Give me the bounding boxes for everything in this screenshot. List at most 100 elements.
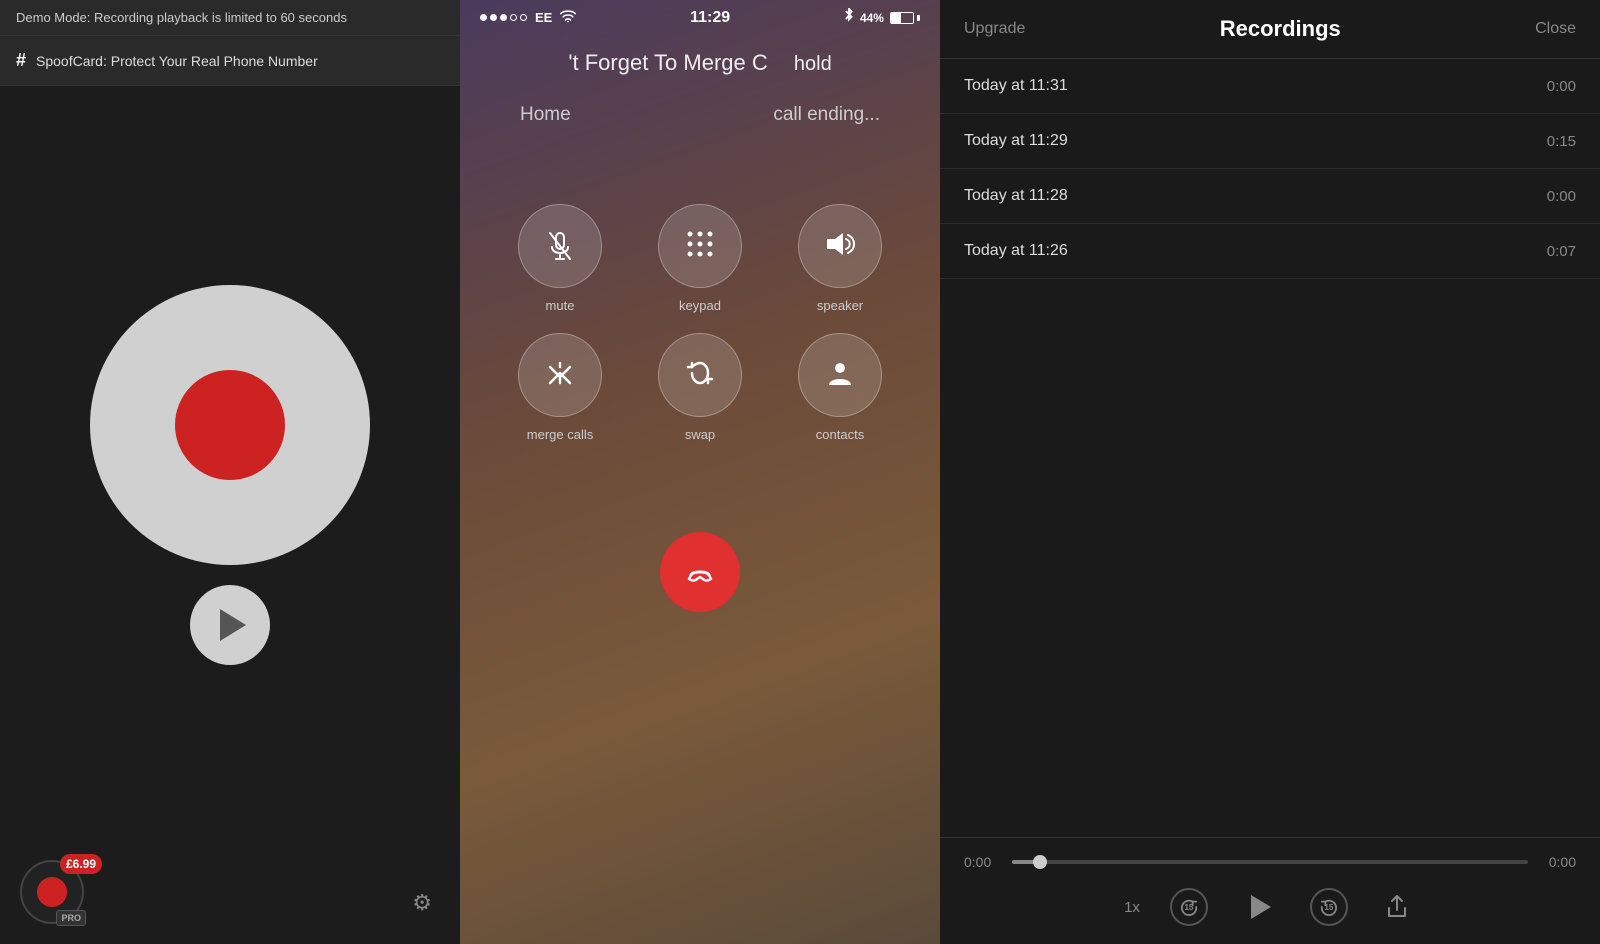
status-time: 11:29 <box>690 9 730 27</box>
call-contact: Home <box>520 104 571 126</box>
phone-end-icon <box>683 555 717 589</box>
battery-icon <box>890 12 920 24</box>
mute-circle <box>518 204 602 288</box>
player-play-icon <box>1251 895 1271 919</box>
phone-screen: EE 11:29 44% <box>460 0 940 944</box>
pro-label: PRO <box>56 910 86 926</box>
call-header: 't Forget To Merge C hold <box>460 35 940 91</box>
signal-dot-5 <box>520 14 527 21</box>
recording-item[interactable]: Today at 11:31 0:00 <box>940 59 1600 114</box>
status-left: EE <box>480 9 576 26</box>
merge-calls-label: merge calls <box>527 427 593 442</box>
total-time: 0:00 <box>1540 854 1576 870</box>
phone-content: EE 11:29 44% <box>460 0 940 944</box>
status-bar: EE 11:29 44% <box>460 0 940 35</box>
left-panel: Demo Mode: Recording playback is limited… <box>0 0 460 944</box>
record-dot <box>175 370 285 480</box>
speaker-label: speaker <box>817 298 863 313</box>
signal-dot-3 <box>500 14 507 21</box>
speaker-button[interactable]: speaker <box>780 204 900 313</box>
merge-circle <box>518 333 602 417</box>
player-buttons: 1x 15 15 <box>964 886 1576 928</box>
recordings-list: Today at 11:31 0:00 Today at 11:29 0:15 … <box>940 59 1600 837</box>
pro-red-dot <box>37 877 67 907</box>
spoof-card-banner[interactable]: # SpoofCard: Protect Your Real Phone Num… <box>0 36 460 86</box>
hash-icon: # <box>16 50 26 71</box>
contacts-button[interactable]: contacts <box>780 333 900 442</box>
bluetooth-icon <box>844 8 854 27</box>
swap-icon <box>686 359 714 392</box>
recordings-title: Recordings <box>1220 16 1341 42</box>
settings-icon[interactable]: ⚙ <box>412 890 432 916</box>
mute-button[interactable]: mute <box>500 204 620 313</box>
share-icon <box>1386 894 1408 920</box>
swap-label: swap <box>685 427 715 442</box>
call-title: 't Forget To Merge C hold <box>490 50 910 76</box>
skip-back-num: 15 <box>1184 903 1193 912</box>
merge-calls-button[interactable]: merge calls <box>500 333 620 442</box>
end-call-button[interactable] <box>660 532 740 612</box>
record-area: £6.99 PRO ⚙ <box>0 86 460 944</box>
swap-button[interactable]: swap <box>640 333 760 442</box>
recording-item[interactable]: Today at 11:26 0:07 <box>940 224 1600 279</box>
call-hold-text: hold <box>794 53 832 75</box>
recording-time-4: Today at 11:26 <box>964 242 1068 260</box>
battery-pct: 44% <box>860 11 884 25</box>
close-button[interactable]: Close <box>1535 20 1576 38</box>
person-icon <box>827 359 853 392</box>
scrubber-row: 0:00 0:00 <box>964 854 1576 870</box>
play-button[interactable] <box>190 585 270 665</box>
recording-time-2: Today at 11:29 <box>964 132 1068 150</box>
speaker-circle <box>798 204 882 288</box>
share-button[interactable] <box>1378 888 1416 926</box>
recording-duration-4: 0:07 <box>1547 243 1576 260</box>
mic-slash-icon <box>548 231 572 261</box>
status-right: 44% <box>844 8 920 27</box>
pro-badge-area: £6.99 PRO <box>20 860 84 924</box>
player-play-button[interactable] <box>1238 886 1280 928</box>
upgrade-button[interactable]: Upgrade <box>964 20 1025 38</box>
recording-duration-3: 0:00 <box>1547 188 1576 205</box>
signal-dot-2 <box>490 14 497 21</box>
price-badge: £6.99 <box>60 854 102 874</box>
right-panel: Upgrade Recordings Close Today at 11:31 … <box>940 0 1600 944</box>
mute-label: mute <box>546 298 575 313</box>
recording-time-3: Today at 11:28 <box>964 187 1068 205</box>
carrier-label: EE <box>535 10 552 25</box>
recording-time-1: Today at 11:31 <box>964 77 1068 95</box>
skip-forward-button[interactable]: 15 <box>1310 888 1348 926</box>
contacts-label: contacts <box>816 427 864 442</box>
skip-forward-num: 15 <box>1324 903 1333 912</box>
keypad-button[interactable]: keypad <box>640 204 760 313</box>
wifi-icon <box>560 9 576 26</box>
recording-item[interactable]: Today at 11:29 0:15 <box>940 114 1600 169</box>
keypad-label: keypad <box>679 298 721 313</box>
recording-duration-2: 0:15 <box>1547 133 1576 150</box>
keypad-circle <box>658 204 742 288</box>
record-button[interactable] <box>90 285 370 565</box>
scrubber-bar[interactable] <box>1012 860 1528 864</box>
signal-dot-4 <box>510 14 517 21</box>
recordings-header: Upgrade Recordings Close <box>940 0 1600 59</box>
call-status: call ending... <box>773 104 880 126</box>
recording-duration-1: 0:00 <box>1547 78 1576 95</box>
signal-dot-1 <box>480 14 487 21</box>
recording-item[interactable]: Today at 11:28 0:00 <box>940 169 1600 224</box>
call-buttons-grid: mute <box>460 174 940 472</box>
current-time: 0:00 <box>964 854 1000 870</box>
keypad-icon <box>686 230 714 263</box>
scrubber-thumb[interactable] <box>1033 855 1047 869</box>
play-icon <box>220 609 246 641</box>
speaker-icon <box>825 231 855 262</box>
call-subtitle-row: Home call ending... <box>460 96 940 134</box>
demo-banner: Demo Mode: Recording playback is limited… <box>0 0 460 36</box>
skip-back-button[interactable]: 15 <box>1170 888 1208 926</box>
player-controls: 0:00 0:00 1x 15 <box>940 837 1600 944</box>
swap-circle <box>658 333 742 417</box>
speed-button[interactable]: 1x <box>1124 899 1140 916</box>
merge-icon <box>546 359 574 392</box>
signal-icon <box>480 14 527 21</box>
spoof-card-label: SpoofCard: Protect Your Real Phone Numbe… <box>36 53 318 69</box>
end-call-area <box>460 532 940 612</box>
pro-circle[interactable]: £6.99 PRO <box>20 860 84 924</box>
